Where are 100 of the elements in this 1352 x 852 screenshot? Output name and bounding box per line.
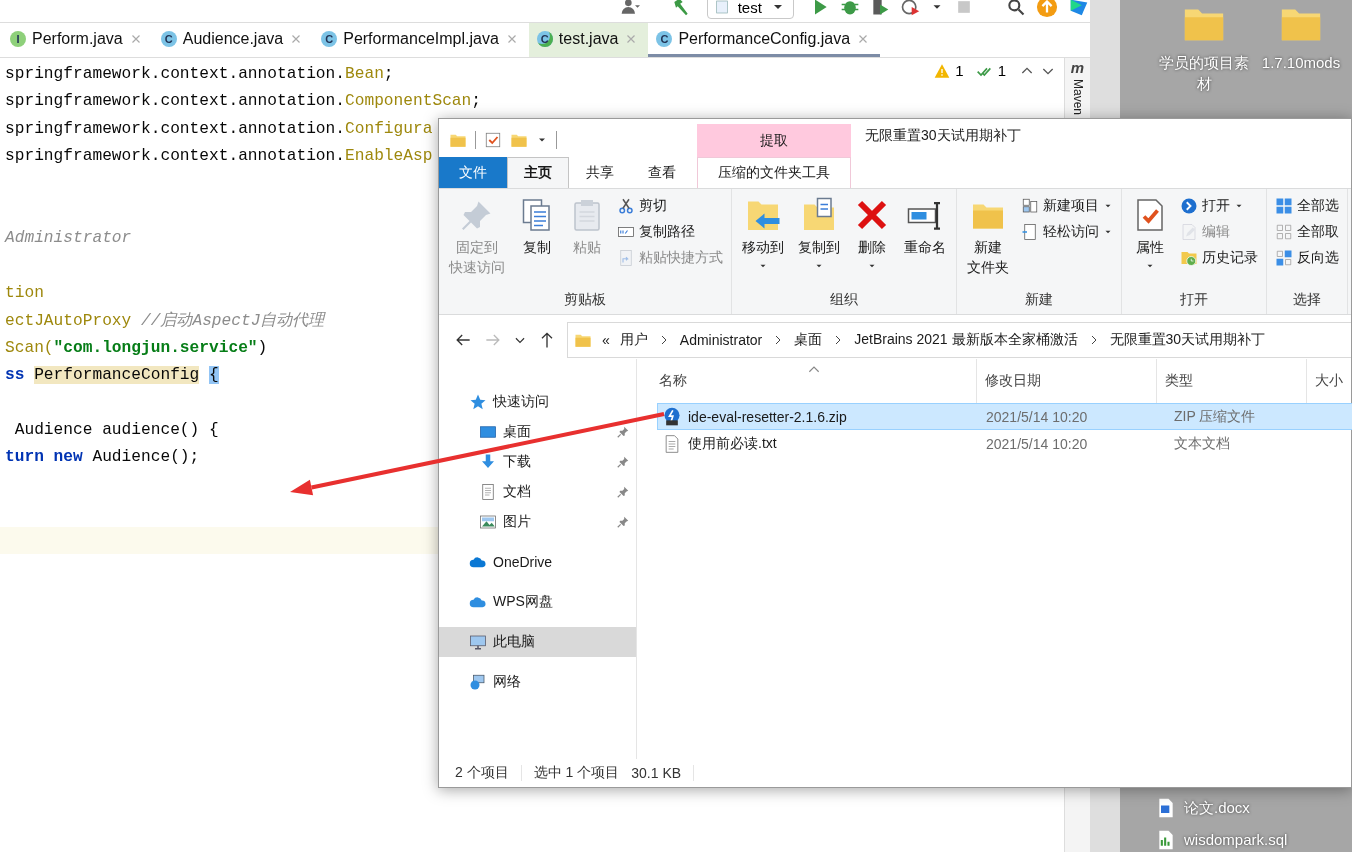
letter-logo-icon[interactable]: m: [1070, 59, 1085, 76]
desktop-icon: [479, 423, 497, 441]
chevron-circle-icon: [1180, 197, 1198, 215]
overflow-chevron[interactable]: «: [602, 332, 610, 348]
group-label: 组织: [829, 290, 859, 309]
folder-documents-icon: [801, 197, 837, 233]
checkbox-icon: [484, 131, 502, 149]
file-row[interactable]: 使用前必读.txt 2021/5/14 10:20 文本文档: [657, 430, 1352, 457]
nav-item[interactable]: 下载: [439, 447, 636, 477]
nav-item[interactable]: 图片: [439, 507, 636, 537]
file-type-icon: I: [10, 30, 26, 47]
pin-icon: [616, 425, 630, 439]
selection-count: 选中 1 个项目: [533, 764, 620, 782]
ribbon-button[interactable]: 打开: [1178, 195, 1260, 217]
tool-window-tab[interactable]: Maven: [1070, 79, 1085, 116]
code-line: ectJAutoProxy //启动AspectJ自动代理: [4, 310, 325, 332]
pin-icon: [616, 485, 630, 499]
spreadsheet-icon: [1156, 829, 1176, 850]
file-type-icon: C: [656, 30, 673, 47]
ribbon-button[interactable]: 删除: [850, 195, 894, 288]
code-line: Administrator: [3, 228, 132, 250]
ribbon-tab[interactable]: 主页: [507, 157, 569, 188]
document-icon: [1021, 223, 1039, 241]
ribbon-button[interactable]: 剪切: [615, 195, 725, 217]
ribbon-button[interactable]: 属性: [1128, 195, 1172, 288]
context-tab-header: 提取: [697, 124, 851, 157]
run-configuration-dropdown[interactable]: test: [706, 0, 794, 19]
code-line: turn new Audience();: [4, 447, 200, 469]
nav-item[interactable]: 文档: [439, 477, 636, 507]
nav-item[interactable]: 快速访问: [439, 387, 636, 417]
window-title: 无限重置30天试用期补丁: [864, 127, 1021, 145]
image-icon: [479, 513, 497, 531]
ribbon-button[interactable]: 复制路径: [615, 221, 725, 243]
code-line: springframework.context.annotation.EnableAsp: [4, 146, 433, 168]
breadcrumb[interactable]: 桌面: [794, 331, 823, 349]
document-icon: [479, 483, 497, 501]
scissors-icon: [617, 197, 635, 215]
column-header[interactable]: 大小: [1307, 359, 1352, 403]
nav-item[interactable]: WPS网盘: [439, 587, 636, 617]
code-line: tion: [4, 283, 44, 305]
ribbon-button[interactable]: 全部取: [1273, 221, 1341, 243]
code-line: springframework.context.annotation.Bean;: [4, 64, 394, 85]
nav-item[interactable]: 此电脑: [439, 627, 636, 657]
code-line: Audience audience() {: [13, 420, 219, 442]
file-type-icon: C: [160, 30, 177, 47]
item-count: 2 个项目: [455, 764, 509, 782]
monitor-icon: [469, 633, 487, 651]
pin-icon: [616, 515, 630, 529]
ribbon-tab[interactable]: 共享: [569, 157, 631, 188]
zip-archive-icon: [662, 406, 682, 427]
file-type-icon: C: [321, 30, 338, 47]
group-label: 选择: [1292, 290, 1322, 309]
passed-count[interactable]: 1: [997, 62, 1006, 79]
ribbon-button[interactable]: 复制到: [794, 195, 844, 288]
nav-item[interactable]: OneDrive: [439, 547, 636, 577]
group-label: 剪贴板: [563, 290, 607, 309]
ribbon-button[interactable]: 复制: [515, 195, 559, 288]
file-icon: [713, 0, 730, 15]
breadcrumb[interactable]: Administrator: [679, 332, 763, 348]
star-icon: [469, 393, 487, 411]
file-name: ide-eval-resetter-2.1.6.zip: [688, 408, 847, 425]
bug-icon: [839, 0, 860, 17]
file-type-icon: C: [536, 30, 553, 47]
ribbon-button[interactable]: 轻松访问: [1019, 221, 1115, 243]
file-type: 文本文档: [1173, 434, 1231, 453]
warning-count[interactable]: 1: [955, 62, 964, 79]
ribbon-tab[interactable]: 查看: [631, 157, 693, 188]
address-bar[interactable]: « 用户 Administrator 桌面 JetBrains 2021 最新版本全家桶激活 无限重置30天试用期补丁: [567, 322, 1351, 358]
code-line: Scan("com.longjun.service"): [4, 337, 268, 359]
grid-outline-icon: [1275, 223, 1293, 241]
file-row[interactable]: ide-eval-resetter-2.1.6.zip 2021/5/14 10:20 ZIP 压缩文件: [657, 403, 1352, 430]
breadcrumb[interactable]: JetBrains 2021 最新版本全家桶激活: [854, 331, 1078, 349]
ribbon-button[interactable]: 反向选: [1273, 247, 1341, 269]
ribbon-button[interactable]: 全部选: [1273, 195, 1341, 217]
ribbon-button[interactable]: 新建 文件夹: [963, 195, 1013, 288]
file-name: 使用前必读.txt: [688, 434, 777, 453]
grid-half-icon: [1275, 249, 1293, 267]
group-label: 新建: [1024, 290, 1054, 309]
grid-icon: [1275, 197, 1293, 215]
ribbon-button[interactable]: 新建项目: [1019, 195, 1115, 217]
file-type: ZIP 压缩文件: [1173, 407, 1257, 426]
folder-clock-icon: [1180, 249, 1198, 267]
nav-item[interactable]: 桌面: [439, 417, 636, 447]
search-icon: [1006, 0, 1026, 17]
person-icon: [620, 0, 640, 17]
ribbon-button[interactable]: 重命名: [900, 195, 950, 288]
code-line: springframework.context.annotation.ComponentScan;: [4, 91, 481, 113]
pin-icon: [616, 455, 630, 469]
file-date: 2021/5/14 10:20: [985, 435, 1089, 452]
pencil-document-icon: [1180, 223, 1198, 241]
breadcrumb[interactable]: 无限重置30天试用期补丁: [1109, 331, 1266, 349]
ribbon-button[interactable]: 历史记录: [1178, 247, 1260, 269]
breadcrumb[interactable]: 用户: [619, 331, 648, 349]
editor-tab[interactable]: C test.java: [528, 23, 649, 57]
code-line: springframework.context.annotation.Configura: [4, 118, 433, 140]
nav-item[interactable]: 网络: [439, 667, 636, 697]
ribbon-tab[interactable]: 文件: [439, 157, 507, 188]
ribbon-button[interactable]: 移动到: [738, 195, 788, 288]
code-line: ss PerformanceConfig {: [4, 365, 219, 387]
network-icon: [469, 673, 487, 691]
